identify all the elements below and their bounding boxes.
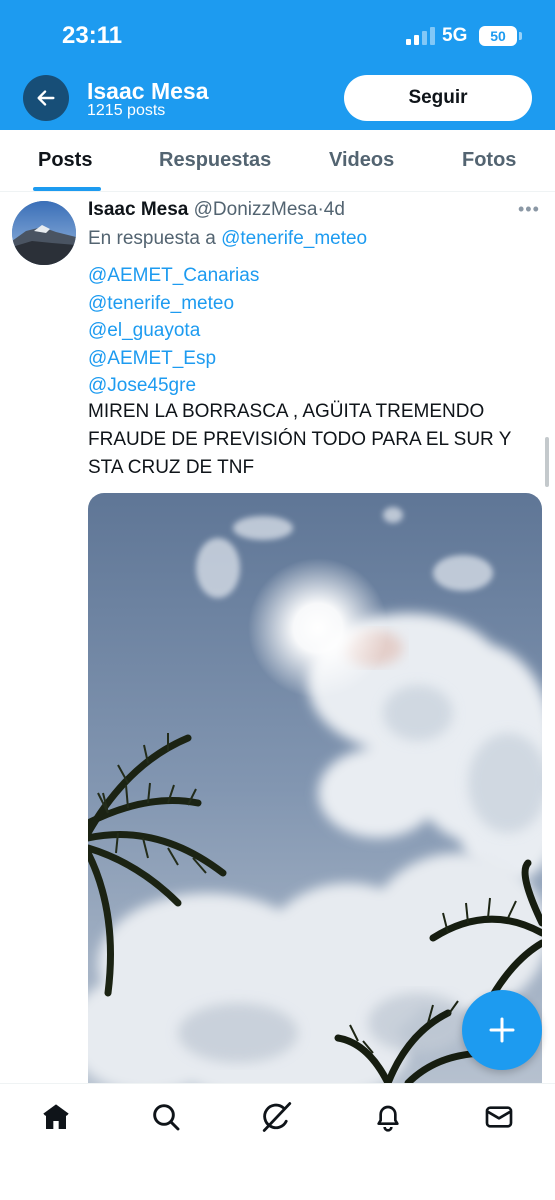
tab-fotos[interactable]: Fotos <box>462 149 516 172</box>
mention-link[interactable]: @AEMET_Canarias <box>88 262 259 290</box>
grok-icon <box>262 1102 292 1132</box>
more-icon[interactable]: ••• <box>518 199 540 220</box>
active-tab-indicator <box>33 187 101 191</box>
profile-name: Isaac Mesa <box>87 78 209 104</box>
search-icon <box>153 1104 180 1131</box>
post-text: MIREN LA BORRASCA , AGÜITA TREMENDO FRAU… <box>88 401 512 478</box>
mention-list: @AEMET_Canarias @tenerife_meteo @el_guay… <box>88 262 259 400</box>
bottom-nav <box>0 1083 555 1200</box>
scrollbar[interactable] <box>545 437 549 487</box>
profile-header: 23:11 5G 50 Isaac Mesa 1215 posts Seguir <box>0 0 555 130</box>
follow-button[interactable]: Seguir <box>344 75 532 121</box>
nav-notifications[interactable] <box>370 1099 406 1135</box>
post-count: 1215 posts <box>87 102 166 119</box>
compose-button[interactable] <box>462 990 542 1070</box>
nav-grok[interactable] <box>259 1099 295 1135</box>
plus-icon <box>489 1017 515 1043</box>
reply-prefix: En respuesta a <box>88 228 216 249</box>
battery-icon: 50 <box>479 26 522 46</box>
mention-link[interactable]: @AEMET_Esp <box>88 345 259 373</box>
reply-context: En respuesta a @tenerife_meteo <box>88 228 367 250</box>
nav-home[interactable] <box>38 1099 74 1135</box>
mention-link[interactable]: @Jose45gre <box>88 372 259 400</box>
tab-respuestas[interactable]: Respuestas <box>159 149 271 172</box>
nav-messages[interactable] <box>481 1099 517 1135</box>
back-button[interactable] <box>23 75 69 121</box>
tab-posts[interactable]: Posts <box>38 149 92 172</box>
arrow-left-icon <box>37 90 55 106</box>
home-icon <box>43 1104 69 1129</box>
post-age: 4d <box>323 199 345 220</box>
post-photo[interactable] <box>88 493 542 1083</box>
bell-icon <box>377 1105 399 1132</box>
mail-icon <box>485 1106 513 1128</box>
author-name[interactable]: Isaac Mesa <box>88 199 188 220</box>
reply-to-link[interactable]: @tenerife_meteo <box>221 228 367 249</box>
status-time: 23:11 <box>62 22 123 49</box>
mention-link[interactable]: @tenerife_meteo <box>88 290 259 318</box>
network-label: 5G <box>442 25 468 46</box>
post-author: Isaac Mesa @DonizzMesa·4d <box>88 199 345 221</box>
author-handle: @DonizzMesa <box>193 199 318 220</box>
mention-link[interactable]: @el_guayota <box>88 317 259 345</box>
nav-search[interactable] <box>148 1099 184 1135</box>
tab-videos[interactable]: Videos <box>329 149 394 172</box>
avatar[interactable] <box>12 201 76 265</box>
profile-tabs: Posts Respuestas Videos Fotos <box>0 130 555 192</box>
signal-icon <box>406 27 436 45</box>
